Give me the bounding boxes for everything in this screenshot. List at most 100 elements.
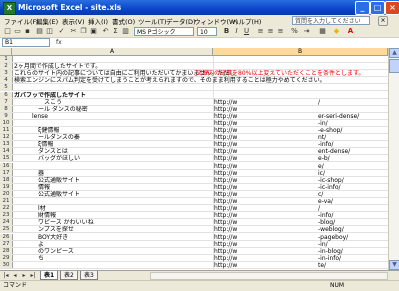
doc-close-icon[interactable]: ×: [378, 16, 388, 26]
cell-a[interactable]: ガバフッで作成したサイト: [14, 92, 213, 99]
borders-icon[interactable]: ▦: [318, 27, 327, 36]
minimize-button[interactable]: _: [355, 1, 370, 15]
row-number[interactable]: 11: [0, 127, 13, 134]
font-color-icon[interactable]: A: [346, 27, 355, 36]
cell-b[interactable]: http://w: [214, 163, 314, 170]
row-number[interactable]: 25: [0, 226, 13, 233]
cell-b[interactable]: http://w: [214, 177, 314, 184]
row-number[interactable]: 24: [0, 219, 13, 226]
cell-b[interactable]: http://w: [214, 184, 314, 191]
last-sheet-icon[interactable]: ▸|: [29, 272, 37, 280]
prev-sheet-icon[interactable]: ◂: [11, 272, 19, 280]
row-number[interactable]: 8: [0, 105, 13, 112]
cell-b[interactable]: http://w: [214, 234, 314, 241]
sum-icon[interactable]: Σ: [111, 27, 120, 36]
cell-b[interactable]: http://w: [214, 198, 314, 205]
row-number[interactable]: 10: [0, 119, 13, 126]
row-number[interactable]: 17: [0, 169, 13, 176]
spell-icon[interactable]: ✓: [57, 27, 66, 36]
table-row[interactable]: 19 情報 http://w -ic-info/: [0, 183, 399, 191]
horizontal-scrollbar[interactable]: [150, 272, 388, 280]
table-row[interactable]: 30 http://w te/: [0, 261, 399, 269]
cell-a[interactable]: ンプスを探せ: [14, 226, 213, 233]
align-center-icon[interactable]: ≡: [266, 27, 275, 36]
cell-b[interactable]: http://w: [214, 134, 314, 141]
table-row[interactable]: 7 スこう http://w /: [0, 98, 399, 106]
table-row[interactable]: 4 検索エンジンにスパム判定を受けてしまうことが考えられますので、そのまま利用する…: [0, 77, 399, 85]
cell-a[interactable]: 公式通販サイト: [14, 177, 213, 184]
cell-b[interactable]: http://w: [214, 255, 314, 262]
cell-a[interactable]: l材: [14, 205, 213, 212]
row-number[interactable]: 22: [0, 205, 13, 212]
row-number[interactable]: 16: [0, 162, 13, 169]
cell-a[interactable]: バッグがほしい: [14, 155, 213, 162]
align-right-icon[interactable]: ≡: [276, 27, 285, 36]
cell-a[interactable]: ダンスとは: [14, 148, 213, 155]
table-row[interactable]: 20 公式通販サイト http://w c/: [0, 190, 399, 198]
bold-icon[interactable]: B: [222, 27, 231, 36]
table-row[interactable]: 29 ち http://w -in-info/: [0, 254, 399, 262]
select-all-corner[interactable]: [0, 48, 12, 56]
row-number[interactable]: 2: [0, 63, 13, 70]
table-row[interactable]: 17 器 http://w ic/: [0, 169, 399, 177]
cell-b[interactable]: http://w: [214, 170, 314, 177]
cell-b[interactable]: http://w: [214, 127, 314, 134]
next-sheet-icon[interactable]: ▸: [20, 272, 28, 280]
menu-tools[interactable]: ツール(T): [138, 16, 167, 26]
italic-icon[interactable]: I: [232, 27, 241, 36]
menu-view[interactable]: 表示(V): [62, 16, 85, 26]
row-number[interactable]: 9: [0, 112, 13, 119]
close-button[interactable]: ×: [385, 1, 399, 15]
cell-a[interactable]: ワピース かわいいね: [14, 219, 213, 226]
cell-b[interactable]: http://w: [214, 219, 314, 226]
row-number[interactable]: 26: [0, 233, 13, 240]
align-left-icon[interactable]: ≡: [256, 27, 265, 36]
excel-app-icon[interactable]: X: [3, 2, 16, 15]
column-header-a[interactable]: A: [12, 48, 213, 56]
first-sheet-icon[interactable]: |◂: [2, 272, 10, 280]
table-row[interactable]: 26 BOY大好き http://w -pageboy/: [0, 233, 399, 241]
chart-icon[interactable]: ▥: [121, 27, 130, 36]
row-number[interactable]: 27: [0, 240, 13, 247]
scroll-thumb[interactable]: [389, 59, 399, 73]
cell-b[interactable]: http://w: [214, 120, 314, 127]
new-icon[interactable]: □: [3, 27, 12, 36]
cell-b[interactable]: http://w: [214, 148, 314, 155]
sheet-tab-2[interactable]: 表2: [60, 271, 78, 280]
copy-icon[interactable]: ❐: [79, 27, 88, 36]
cell-b[interactable]: http://w: [214, 99, 314, 106]
fill-color-icon[interactable]: ◆: [332, 27, 341, 36]
scroll-up-arrow[interactable]: ▲: [389, 48, 399, 58]
cell-a[interactable]: よ: [14, 241, 213, 248]
table-row[interactable]: 8 ール ダンスの秘密 http://w: [0, 105, 399, 113]
fx-icon[interactable]: fx: [56, 38, 62, 47]
maximize-button[interactable]: □: [370, 1, 385, 15]
table-row[interactable]: 24 ワピース かわいいね http://w -blog/: [0, 219, 399, 227]
table-row[interactable]: 5: [0, 84, 399, 92]
scroll-down-arrow[interactable]: ▼: [389, 260, 399, 270]
menu-help[interactable]: ヘルプ(H): [232, 16, 261, 26]
table-row[interactable]: 21 http://w e-va/: [0, 198, 399, 206]
cell-b[interactable]: http://w: [214, 205, 314, 212]
cell-a[interactable]: 公式通販サイト: [14, 191, 213, 198]
table-row[interactable]: 12 ールダンスの秦 http://w nt/: [0, 134, 399, 142]
table-row[interactable]: 14 ダンスとは http://w ent-dense/: [0, 148, 399, 156]
font-size-select[interactable]: 10: [197, 27, 217, 36]
undo-icon[interactable]: ↶: [101, 27, 110, 36]
row-number[interactable]: 13: [0, 141, 13, 148]
cell-a[interactable]: スこう: [14, 99, 213, 106]
cell-b[interactable]: http://w: [214, 106, 314, 113]
cell-a[interactable]: BOY大好き: [14, 234, 213, 241]
menu-insert[interactable]: 挿入(I): [88, 16, 108, 26]
table-row[interactable]: 1: [0, 56, 399, 64]
font-name-select[interactable]: MS Pゴシック: [134, 27, 194, 36]
cell-b[interactable]: http://w: [214, 262, 314, 269]
cell-b[interactable]: http://w: [214, 141, 314, 148]
row-number[interactable]: 29: [0, 254, 13, 261]
sheet-tab-3[interactable]: 表3: [80, 271, 98, 280]
table-row[interactable]: 28 のワンピース http://w -in-blog/: [0, 247, 399, 255]
cell-a[interactable]: lense: [14, 113, 213, 120]
help-question-box[interactable]: 質問を入力してください: [292, 16, 370, 25]
row-number[interactable]: 4: [0, 77, 13, 84]
worksheet-grid[interactable]: A B 1 2 2ヶ月間で作成したサイトです。 3 これらのサイト内の記事については自由…: [0, 48, 399, 270]
